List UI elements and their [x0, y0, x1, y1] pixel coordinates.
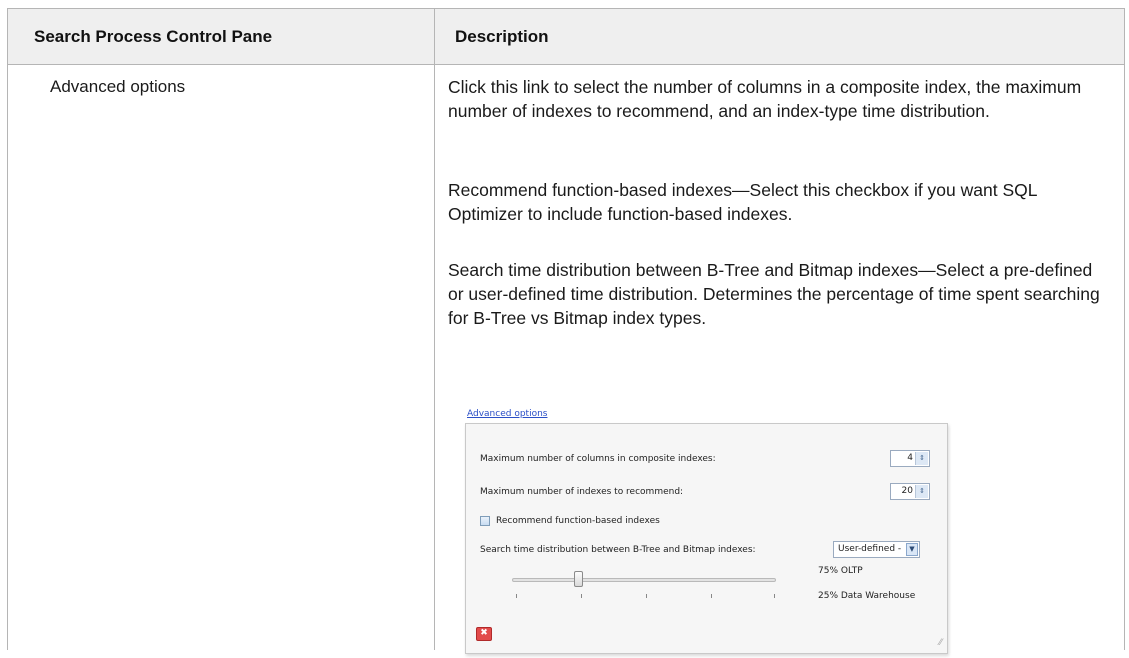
advanced-options-dialog: Advanced options Maximum number of colum…: [463, 404, 951, 658]
dropdown-arrow-icon[interactable]: ▼: [906, 543, 918, 556]
slider-tick: [774, 594, 775, 598]
max-indexes-label: Maximum number of indexes to recommend:: [480, 487, 684, 497]
table-header: Search Process Control Pane Description: [8, 9, 1124, 65]
description-paragraph-3: Search time distribution between B-Tree …: [448, 260, 1100, 328]
row-name-advanced-options: Advanced options: [50, 77, 186, 96]
oltp-label: 75% OLTP: [818, 566, 863, 576]
spin-up-down-icon[interactable]: ⇕: [915, 485, 928, 498]
max-columns-label: Maximum number of columns in composite i…: [480, 454, 716, 464]
description-paragraph-1: Click this link to select the number of …: [448, 77, 1082, 121]
advanced-options-panel: Maximum number of columns in composite i…: [465, 423, 948, 654]
column-divider: [434, 9, 435, 650]
distribution-select[interactable]: User-defined - ▼: [833, 541, 920, 558]
slider-tick: [646, 594, 647, 598]
distribution-slider-track[interactable]: [512, 578, 776, 582]
max-columns-spinner[interactable]: 4 ⇕: [890, 450, 930, 467]
function-based-checkbox[interactable]: [480, 516, 490, 526]
resize-grip-icon[interactable]: ⁄⁄: [939, 638, 942, 648]
max-indexes-spinner[interactable]: 20 ⇕: [890, 483, 930, 500]
header-search-process-control-pane: Search Process Control Pane: [34, 27, 273, 46]
close-icon[interactable]: ✖: [476, 627, 492, 641]
slider-tick: [711, 594, 712, 598]
slider-tick: [581, 594, 582, 598]
header-description: Description: [455, 27, 549, 46]
max-columns-value: 4: [907, 453, 913, 463]
advanced-options-link[interactable]: Advanced options: [467, 409, 547, 419]
max-indexes-value: 20: [901, 486, 913, 496]
spin-up-down-icon[interactable]: ⇕: [915, 452, 928, 465]
slider-tick: [516, 594, 517, 598]
description-paragraph-2: Recommend function-based indexes—Select …: [448, 180, 1037, 224]
distribution-value: User-defined -: [838, 544, 902, 554]
distribution-slider-thumb[interactable]: [574, 571, 583, 587]
data-warehouse-label: 25% Data Warehouse: [818, 591, 916, 601]
function-based-label: Recommend function-based indexes: [496, 516, 660, 526]
distribution-label: Search time distribution between B-Tree …: [480, 545, 756, 555]
